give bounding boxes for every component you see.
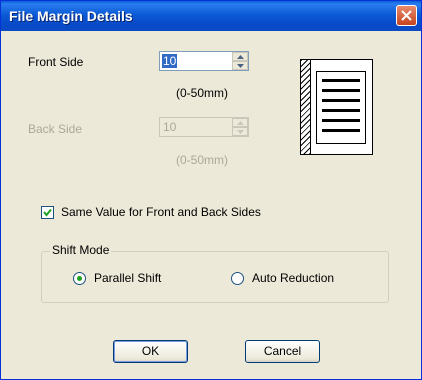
back-side-spinbox: 10 bbox=[159, 117, 249, 137]
front-range-hint: (0-50mm) bbox=[176, 86, 229, 100]
front-spin-up-button[interactable] bbox=[232, 52, 248, 61]
margin-hatch bbox=[301, 60, 311, 154]
dialog-body: Front Side 10 (0-50mm) Back Side 10 (0-5… bbox=[4, 31, 418, 376]
dialog-window: File Margin Details Front Side 10 (0-50m… bbox=[0, 0, 422, 380]
checkmark-icon bbox=[43, 208, 52, 217]
back-spin-up-button bbox=[232, 118, 248, 127]
auto-reduction-radio[interactable] bbox=[231, 272, 244, 285]
front-side-spinbox[interactable]: 10 bbox=[159, 51, 249, 71]
text-lines bbox=[316, 71, 366, 144]
window-title: File Margin Details bbox=[9, 8, 133, 24]
parallel-shift-radio[interactable] bbox=[73, 272, 86, 285]
arrow-up-icon bbox=[237, 121, 244, 125]
back-side-value: 10 bbox=[163, 120, 177, 134]
front-side-value[interactable]: 10 bbox=[162, 54, 178, 68]
arrow-up-icon bbox=[237, 55, 244, 59]
cancel-button[interactable]: Cancel bbox=[245, 340, 320, 363]
radio-selected-dot bbox=[77, 276, 82, 281]
back-spin-down-button bbox=[232, 127, 248, 136]
arrow-down-icon bbox=[237, 130, 244, 134]
page-preview-icon bbox=[300, 59, 373, 155]
arrow-down-icon bbox=[237, 64, 244, 68]
shift-mode-title: Shift Mode bbox=[50, 243, 112, 257]
title-bar[interactable]: File Margin Details bbox=[1, 1, 421, 31]
parallel-shift-label[interactable]: Parallel Shift bbox=[94, 271, 161, 285]
back-range-hint: (0-50mm) bbox=[176, 153, 229, 167]
front-side-label: Front Side bbox=[28, 55, 84, 69]
same-value-checkbox[interactable] bbox=[41, 206, 54, 219]
back-side-label: Back Side bbox=[28, 122, 83, 136]
front-spin-down-button[interactable] bbox=[232, 61, 248, 70]
close-button[interactable] bbox=[396, 5, 417, 26]
same-value-label[interactable]: Same Value for Front and Back Sides bbox=[61, 205, 261, 219]
close-icon bbox=[401, 10, 412, 21]
auto-reduction-label[interactable]: Auto Reduction bbox=[252, 271, 334, 285]
ok-button[interactable]: OK bbox=[113, 340, 188, 363]
